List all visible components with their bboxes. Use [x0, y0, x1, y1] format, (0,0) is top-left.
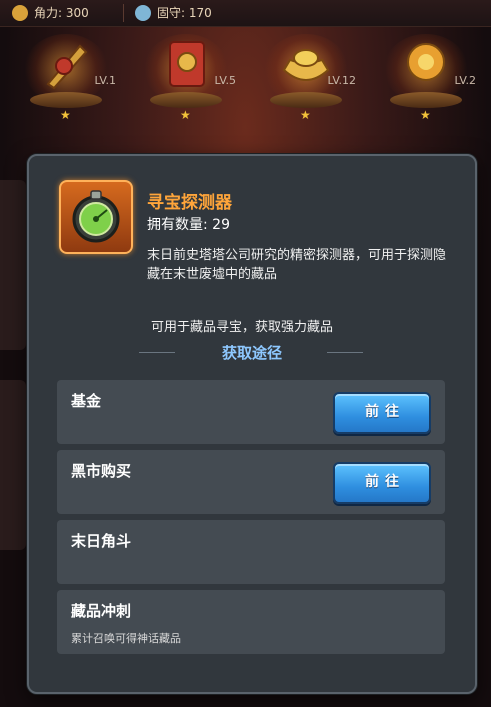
- source-label: 藏品冲刺: [71, 602, 132, 620]
- item-name: 寻宝探测器: [147, 193, 232, 213]
- slot-level: LV.12: [327, 74, 356, 87]
- acquire-title: 获取途径: [221, 344, 282, 362]
- source-row-arena: 末日角斗: [57, 520, 445, 584]
- go-button[interactable]: 前往: [333, 462, 431, 504]
- pedestal: [270, 92, 342, 108]
- collection-shelf: LV.1 ★ LV.5 ★ LV.12 ★ LV.2 ★: [0, 28, 491, 123]
- source-label: 黑市购买: [71, 462, 132, 480]
- pedestal: [150, 92, 222, 108]
- resource-power: 角力: 300: [10, 3, 89, 23]
- pedestal: [390, 92, 462, 108]
- horn-icon: [46, 44, 88, 90]
- source-label: 末日角斗: [71, 532, 132, 550]
- slot-level: LV.5: [214, 74, 236, 87]
- item-usage: 可用于藏品寻宝，获取强力藏品: [151, 320, 334, 335]
- source-label: 基金: [71, 392, 102, 410]
- power-icon: [12, 5, 28, 21]
- slot-level: LV.2: [454, 74, 476, 87]
- resource-defense-text: 固守: 170: [157, 6, 212, 20]
- collection-slot[interactable]: LV.1 ★: [10, 28, 122, 123]
- resource-bar: 角力: 300 固守: 170: [0, 0, 491, 27]
- red-envelope-icon: [169, 41, 205, 87]
- star-icon: ★: [300, 108, 311, 122]
- item-description: 末日前史塔塔公司研究的精密探测器，可用于探测隐藏在末世废墟中的藏品: [147, 248, 447, 282]
- background-card: [0, 180, 26, 350]
- resource-defense: 固守: 170: [133, 3, 212, 23]
- resource-power-text: 角力: 300: [34, 6, 89, 20]
- item-info-dialog: 寻宝探测器 拥有数量: 29 末日前史塔塔公司研究的精密探测器，可用于探测隐藏在…: [27, 154, 477, 694]
- defense-icon: [135, 5, 151, 21]
- background-card: [0, 380, 26, 550]
- star-icon: ★: [180, 108, 191, 122]
- star-icon: ★: [60, 108, 71, 122]
- collection-slot[interactable]: LV.12 ★: [250, 28, 362, 123]
- divider: [123, 4, 124, 22]
- gold-ingot-icon: [282, 49, 330, 81]
- item-count: 拥有数量: 29: [147, 217, 230, 233]
- go-button[interactable]: 前往: [333, 392, 431, 434]
- source-row-sprint: 藏品冲刺 累计召唤可得神话藏品: [57, 590, 445, 654]
- pedestal: [30, 92, 102, 108]
- detector-icon: [72, 190, 120, 243]
- flower-icon: [407, 43, 445, 81]
- star-icon: ★: [420, 108, 431, 122]
- collection-slot[interactable]: LV.2 ★: [370, 28, 482, 123]
- item-icon-frame: [59, 180, 133, 254]
- slot-level: LV.1: [94, 74, 116, 87]
- source-row-black-market: 黑市购买 前往: [57, 450, 445, 514]
- source-row-fund: 基金 前往: [57, 380, 445, 444]
- source-sublabel: 累计召唤可得神话藏品: [71, 632, 181, 645]
- collection-slot[interactable]: LV.5 ★: [130, 28, 242, 123]
- divider: [327, 352, 363, 353]
